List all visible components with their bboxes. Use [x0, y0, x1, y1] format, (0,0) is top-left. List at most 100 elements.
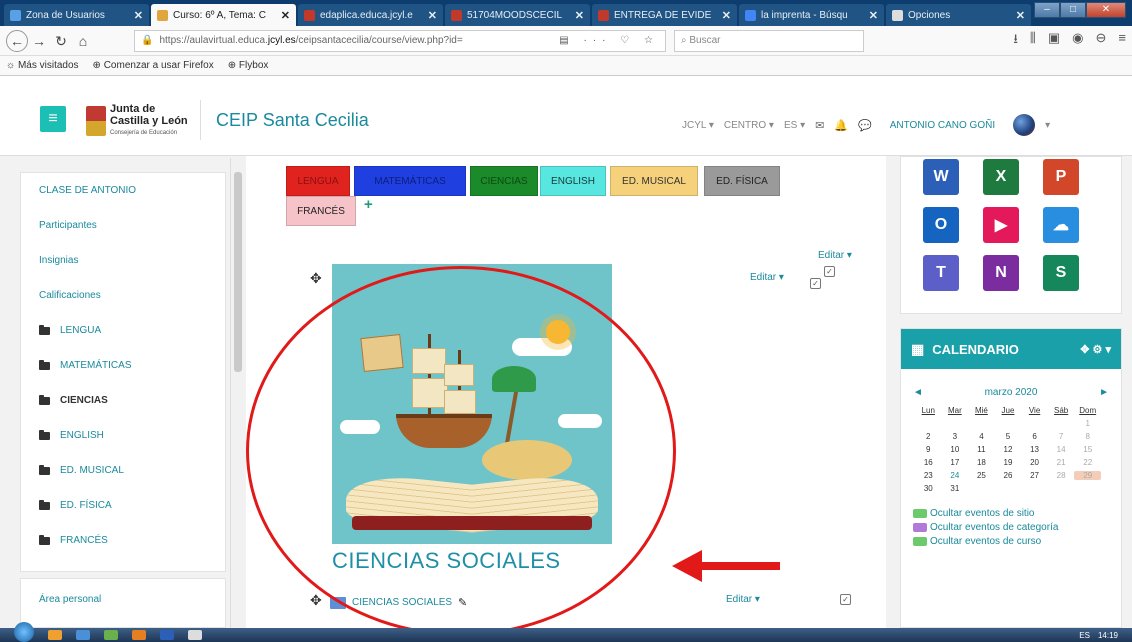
- chat-icon[interactable]: 💬: [858, 119, 872, 132]
- calendar-day[interactable]: 5: [995, 432, 1022, 441]
- bell-icon[interactable]: 🔔: [834, 119, 848, 132]
- taskbar-app-icon[interactable]: [76, 630, 90, 640]
- sidebar-item[interactable]: LENGUA: [21, 313, 225, 348]
- subject-button[interactable]: CIENCIAS: [470, 166, 538, 196]
- sidebar-item[interactable]: Participantes: [21, 208, 225, 243]
- taskbar-firefox-icon[interactable]: [132, 630, 146, 640]
- calendar-day[interactable]: 28: [1048, 471, 1075, 480]
- sidebar-scrollbar[interactable]: [230, 158, 244, 628]
- search-input[interactable]: ⌕ Buscar: [674, 29, 864, 52]
- edit-menu-image[interactable]: Editar ▾: [750, 272, 784, 283]
- calendar-day[interactable]: 8: [1074, 432, 1101, 441]
- sidebar-item[interactable]: ED. FÍSICA: [21, 488, 225, 523]
- calendar-day[interactable]: 7: [1048, 432, 1075, 441]
- tab-close-icon[interactable]: ✕: [281, 9, 290, 22]
- sidebar-item[interactable]: ENGLISH: [21, 418, 225, 453]
- office-app-icon[interactable]: X: [983, 159, 1019, 195]
- browser-tab[interactable]: 51704MOODSCECIL ✕: [445, 4, 590, 26]
- sidebar-icon[interactable]: ▣: [1048, 30, 1060, 52]
- download-icon[interactable]: ⭳: [1013, 30, 1018, 52]
- subject-button[interactable]: ED. FÍSICA: [704, 166, 780, 196]
- user-menu-chevron-icon[interactable]: ▾: [1045, 120, 1050, 131]
- pencil-icon[interactable]: ✎: [458, 596, 467, 609]
- library-icon[interactable]: ⫼: [1030, 30, 1036, 52]
- add-section-icon[interactable]: +: [364, 196, 373, 213]
- edit-menu-section[interactable]: Editar ▾: [818, 250, 852, 261]
- office-app-icon[interactable]: ▶: [983, 207, 1019, 243]
- office-app-icon[interactable]: ☁: [1043, 207, 1079, 243]
- calendar-day[interactable]: 26: [995, 471, 1022, 480]
- taskbar-app-icon[interactable]: [48, 630, 62, 640]
- tab-close-icon[interactable]: ✕: [722, 9, 731, 22]
- calendar-day[interactable]: 3: [942, 432, 969, 441]
- tray-language[interactable]: ES: [1079, 631, 1090, 640]
- calendar-day[interactable]: 31: [942, 484, 969, 493]
- calendar-day[interactable]: 27: [1021, 471, 1048, 480]
- sidebar-item[interactable]: Insignias: [21, 243, 225, 278]
- calendar-day[interactable]: 29: [1074, 471, 1101, 480]
- hamburger-menu-button[interactable]: ≡: [40, 106, 66, 132]
- menu-icon[interactable]: ≡: [1118, 30, 1126, 52]
- browser-tab[interactable]: edaplica.educa.jcyl.e ✕: [298, 4, 443, 26]
- subject-button[interactable]: LENGUA: [286, 166, 350, 196]
- bookmark-most-visited[interactable]: ☼ Más visitados: [6, 60, 79, 71]
- sidebar-item[interactable]: MATEMÁTICAS: [21, 348, 225, 383]
- tab-close-icon[interactable]: ✕: [134, 9, 143, 22]
- sidebar-item[interactable]: Calificaciones: [21, 278, 225, 313]
- section-checkbox[interactable]: ✓: [824, 266, 835, 277]
- tab-close-icon[interactable]: ✕: [869, 9, 878, 22]
- start-button[interactable]: [14, 622, 34, 642]
- block-tools-icon[interactable]: ✥ ⚙ ▾: [1080, 343, 1111, 356]
- calendar-day[interactable]: 2: [915, 432, 942, 441]
- sidebar-item-area-personal[interactable]: Área personal: [21, 579, 225, 619]
- subject-button[interactable]: FRANCÉS: [286, 196, 356, 226]
- office-app-icon[interactable]: S: [1043, 255, 1079, 291]
- calendar-day[interactable]: 13: [1021, 445, 1048, 454]
- nav-centro[interactable]: CENTRO ▾: [724, 120, 774, 131]
- calendar-day[interactable]: 4: [968, 432, 995, 441]
- subject-button[interactable]: ENGLISH: [540, 166, 606, 196]
- site-title[interactable]: CEIP Santa Cecilia: [216, 110, 369, 131]
- maximize-button[interactable]: □: [1060, 2, 1086, 18]
- extension-icon[interactable]: ◉: [1072, 30, 1083, 52]
- nav-jcyl[interactable]: JCYL ▾: [682, 120, 714, 131]
- browser-tab[interactable]: ENTREGA DE EVIDE ✕: [592, 4, 737, 26]
- bookmark-flybox[interactable]: ⊕ Flybox: [228, 60, 269, 71]
- office-app-icon[interactable]: O: [923, 207, 959, 243]
- calendar-day[interactable]: 30: [915, 484, 942, 493]
- taskbar-app-icon[interactable]: [104, 630, 118, 640]
- url-bar[interactable]: 🔒 https://aulavirtual.educa.jcyl.es/ceip…: [134, 29, 666, 52]
- account-icon[interactable]: ⊖: [1096, 30, 1107, 52]
- calendar-day[interactable]: 18: [968, 458, 995, 467]
- mail-icon[interactable]: ✉: [815, 119, 824, 132]
- image-checkbox[interactable]: ✓: [810, 278, 821, 289]
- main-scrollbar[interactable]: [874, 156, 886, 628]
- tab-close-icon[interactable]: ✕: [1016, 9, 1025, 22]
- filter-category-events[interactable]: Ocultar eventos de categoría: [913, 521, 1121, 535]
- office-app-icon[interactable]: P: [1043, 159, 1079, 195]
- edit-menu-resource[interactable]: Editar ▾: [726, 594, 760, 605]
- calendar-day[interactable]: 23: [915, 471, 942, 480]
- browser-tab[interactable]: la imprenta - Búsqu ✕: [739, 4, 884, 26]
- forward-button[interactable]: →: [28, 30, 50, 52]
- calendar-day[interactable]: 17: [942, 458, 969, 467]
- calendar-day[interactable]: 11: [968, 445, 995, 454]
- close-window-button[interactable]: ✕: [1086, 2, 1126, 18]
- subject-button[interactable]: MATEMÁTICAS: [354, 166, 466, 196]
- home-icon[interactable]: ⌂: [72, 30, 94, 52]
- resource-link[interactable]: CIENCIAS SOCIALES ✎: [330, 596, 467, 609]
- reload-button[interactable]: ↻: [50, 30, 72, 52]
- browser-tab[interactable]: Opciones ✕: [886, 4, 1031, 26]
- tab-close-icon[interactable]: ✕: [428, 9, 437, 22]
- browser-tab[interactable]: Curso: 6º A, Tema: C ✕: [151, 4, 296, 26]
- office-app-icon[interactable]: T: [923, 255, 959, 291]
- nav-language[interactable]: ES ▾: [784, 120, 805, 131]
- calendar-day[interactable]: 1: [1074, 419, 1101, 428]
- calendar-day[interactable]: 25: [968, 471, 995, 480]
- office-app-icon[interactable]: N: [983, 255, 1019, 291]
- calendar-day[interactable]: 24: [942, 471, 969, 480]
- move-icon[interactable]: ✥: [310, 270, 322, 287]
- bookmark-firefox[interactable]: ⊕ Comenzar a usar Firefox: [93, 60, 214, 71]
- calendar-day[interactable]: 21: [1048, 458, 1075, 467]
- calendar-day[interactable]: 22: [1074, 458, 1101, 467]
